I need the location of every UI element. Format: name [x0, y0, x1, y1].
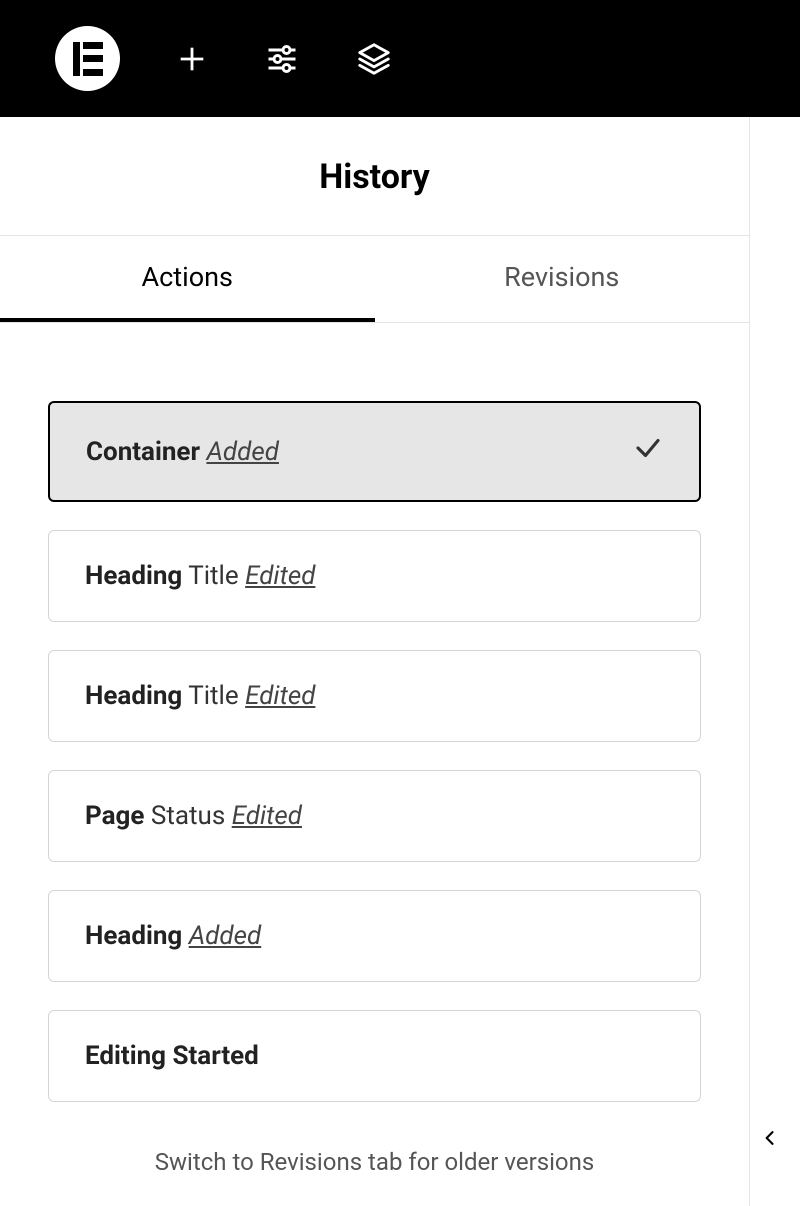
history-item[interactable]: Heading Title Edited	[48, 530, 701, 622]
history-item-element: Container	[86, 437, 200, 467]
history-item-action: Added	[206, 437, 278, 467]
history-item[interactable]: Page Status Edited	[48, 770, 701, 862]
history-item-property: Status	[151, 801, 225, 831]
panel-title: History	[0, 117, 749, 236]
layers-icon[interactable]	[355, 40, 393, 78]
history-item[interactable]: Heading Title Edited	[48, 650, 701, 742]
topbar	[0, 0, 800, 117]
collapse-caret-icon[interactable]	[750, 1118, 790, 1158]
history-item-element: Editing Started	[85, 1041, 259, 1071]
tab-actions[interactable]: Actions	[0, 236, 375, 322]
history-item[interactable]: Editing Started	[48, 1010, 701, 1102]
footer-hint: Switch to Revisions tab for older versio…	[0, 1130, 749, 1206]
history-item-action: Added	[189, 921, 261, 951]
history-item[interactable]: Heading Added	[48, 890, 701, 982]
history-item-element: Heading	[85, 921, 182, 951]
check-icon	[633, 433, 663, 470]
history-item-action: Edited	[232, 801, 302, 831]
tab-revisions[interactable]: Revisions	[375, 236, 750, 322]
history-item-action: Edited	[245, 561, 315, 591]
history-item-action: Edited	[245, 681, 315, 711]
history-panel: History Actions Revisions Container Adde…	[0, 117, 750, 1206]
elementor-logo[interactable]	[55, 26, 120, 91]
history-list: Container Added Heading Title Edited Hea…	[0, 323, 749, 1102]
history-item-element: Heading	[85, 681, 182, 711]
history-item-property: Title	[188, 681, 238, 711]
history-item[interactable]: Container Added	[48, 401, 701, 502]
sliders-icon[interactable]	[264, 41, 300, 77]
history-item-element: Heading	[85, 561, 182, 591]
history-item-property: Title	[188, 561, 238, 591]
history-item-element: Page	[85, 801, 144, 831]
plus-icon[interactable]	[175, 42, 209, 76]
tabs: Actions Revisions	[0, 236, 749, 323]
